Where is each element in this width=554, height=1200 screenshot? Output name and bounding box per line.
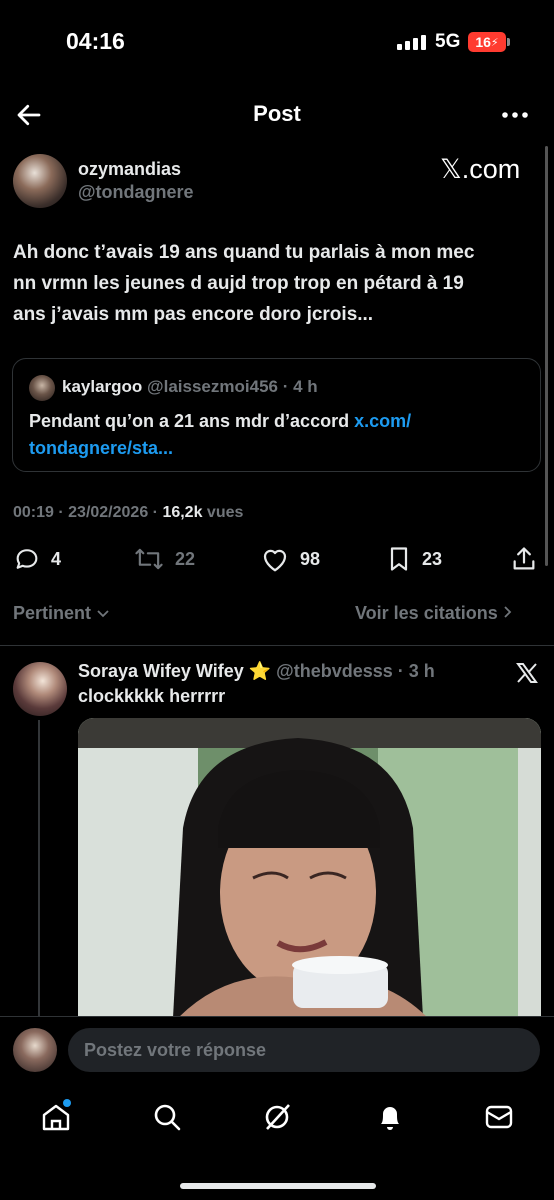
chevron-down-icon: [97, 610, 109, 618]
post-text-line: nn vrmn les jeunes d aujd trop trop en p…: [13, 273, 464, 294]
views-label: vues: [202, 504, 244, 521]
reply-author-line: Soraya Wifey Wifey ⭐ @thebvdesss · 3 h: [78, 661, 435, 682]
section-divider: [0, 645, 554, 646]
author-display-name[interactable]: ozymandias: [78, 159, 181, 180]
x-logo-icon: [516, 663, 538, 683]
bookmark-count: 23: [422, 548, 443, 569]
bookmark-icon: [390, 547, 408, 571]
view-quotes-label: Voir les citations: [355, 603, 498, 623]
sort-relevance[interactable]: Pertinent: [13, 603, 110, 624]
share-icon[interactable]: [510, 545, 538, 573]
repost-count: 22: [175, 548, 196, 569]
status-time: 04:16: [66, 28, 125, 54]
bookmark-action[interactable]: 23: [386, 545, 442, 573]
battery-icon: 16 ⚡: [468, 32, 510, 52]
quote-link[interactable]: x.com/: [354, 411, 411, 431]
scrollbar[interactable]: [545, 146, 548, 566]
quote-handle-time: @laissezmoi456 · 4 h: [147, 377, 318, 396]
view-quotes-link[interactable]: Voir les citations: [355, 603, 513, 624]
post-meta: 00:19 · 23/02/2026 · 16,2k vues: [13, 504, 243, 522]
like-count: 98: [300, 548, 321, 569]
notifications-icon[interactable]: [372, 1099, 408, 1135]
x-watermark: 𝕏.com: [440, 154, 521, 184]
page-title: Post: [253, 101, 301, 126]
quote-author-avatar: [29, 375, 55, 401]
reply-media-image[interactable]: [78, 718, 541, 1018]
home-icon[interactable]: [38, 1099, 74, 1135]
heart-icon: [263, 549, 287, 572]
grok-icon[interactable]: [259, 1099, 295, 1135]
quote-display-name: kaylargoo: [62, 377, 143, 396]
author-handle[interactable]: @tondagnere: [78, 182, 194, 203]
quote-link-cont[interactable]: tondagnere/sta...: [29, 438, 173, 458]
reply-count: 4: [51, 548, 62, 569]
reply-display-name[interactable]: Soraya Wifey Wifey ⭐: [78, 661, 271, 681]
repost-action[interactable]: 22: [133, 545, 195, 573]
post-timestamp: 00:19 · 23/02/2026 ·: [13, 504, 163, 521]
reply-handle-time[interactable]: @thebvdesss · 3 h: [276, 661, 435, 681]
post-text: Ah donc t’avais 19 ans quand tu parlais …: [13, 237, 543, 330]
quote-author-line: kaylargoo @laissezmoi456 · 4 h: [62, 377, 318, 397]
messages-icon[interactable]: [481, 1099, 517, 1135]
thread-line: [38, 720, 40, 1020]
my-avatar[interactable]: [13, 1028, 57, 1072]
reply-author-avatar[interactable]: [13, 662, 67, 716]
repost-icon: [135, 548, 163, 570]
post-text-line: ans j’avais mm pas encore doro jcrois...: [13, 304, 374, 325]
like-action[interactable]: 98: [260, 545, 320, 573]
search-icon[interactable]: [149, 1099, 185, 1135]
network-label: 5G: [435, 31, 461, 52]
signal-icon: [397, 34, 426, 50]
quote-body: Pendant qu’on a 21 ans mdr d’accord: [29, 411, 355, 431]
battery-level: 16: [475, 34, 491, 50]
chevron-right-icon: [504, 606, 512, 618]
sort-label: Pertinent: [13, 603, 92, 623]
reply-action[interactable]: 4: [13, 545, 61, 573]
home-indicator: [180, 1183, 376, 1189]
quote-text: Pendant qu’on a 21 ans mdr d’accord x.co…: [29, 408, 529, 462]
reply-text: clockkkkk herrrrr: [78, 686, 226, 706]
reply-icon: [16, 549, 38, 569]
views-count: 16,2k: [162, 504, 203, 521]
author-avatar[interactable]: [13, 154, 67, 208]
more-options-icon[interactable]: [498, 102, 532, 128]
reply-input[interactable]: Postez votre réponse: [68, 1028, 540, 1072]
post-text-line: Ah donc t’avais 19 ans quand tu parlais …: [13, 242, 475, 263]
